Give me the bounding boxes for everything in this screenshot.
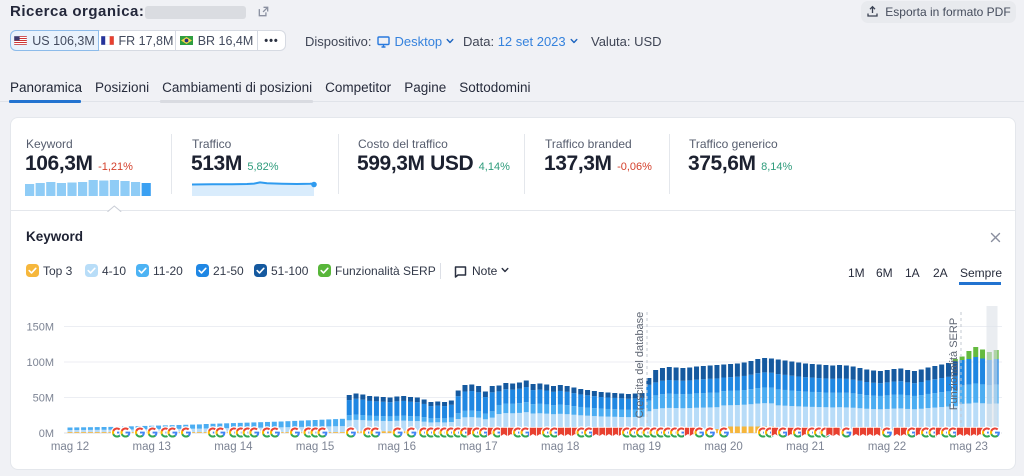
svg-text:mag 12: mag 12	[51, 441, 89, 453]
svg-text:mag 15: mag 15	[296, 441, 334, 453]
svg-text:0M: 0M	[39, 428, 54, 440]
svg-text:mag 14: mag 14	[214, 441, 253, 453]
svg-text:50M: 50M	[33, 393, 54, 405]
svg-text:150M: 150M	[26, 322, 54, 334]
svg-text:mag 17: mag 17	[459, 441, 497, 453]
svg-text:mag 21: mag 21	[786, 441, 824, 453]
svg-text:mag 18: mag 18	[541, 441, 579, 453]
svg-text:Funzionalità SERP: Funzionalità SERP	[948, 318, 960, 410]
svg-text:mag 22: mag 22	[868, 441, 906, 453]
svg-text:mag 16: mag 16	[378, 441, 416, 453]
svg-text:100M: 100M	[26, 357, 54, 369]
svg-text:Crescita del database: Crescita del database	[634, 312, 646, 418]
svg-text:mag 13: mag 13	[133, 441, 171, 453]
svg-text:mag 20: mag 20	[704, 441, 742, 453]
svg-text:mag 19: mag 19	[623, 441, 661, 453]
svg-text:mag 23: mag 23	[950, 441, 988, 453]
